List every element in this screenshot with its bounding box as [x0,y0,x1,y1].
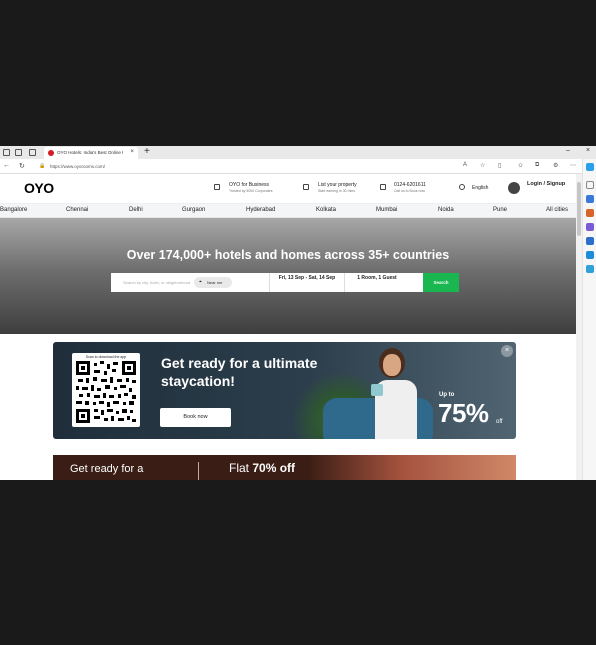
outlook-icon[interactable] [586,251,594,259]
tab-actions-icon[interactable] [29,149,36,156]
property-icon [303,184,309,190]
header-business[interactable]: OYO for Business Trusted by 5000 Corporat… [229,182,272,193]
oyo-favicon-icon [48,150,54,156]
qr-code-icon [76,361,136,423]
book-now-button[interactable]: Book now [160,408,231,427]
phone-icon [380,184,386,190]
search-button[interactable]: Search [423,273,459,292]
banner-close-icon[interactable]: × [501,345,513,357]
tab-title: OYO Hotels: India's Best Online Hotel... [57,150,123,155]
city-link[interactable]: Mumbai [376,207,397,213]
browser-window: OYO Hotels: India's Best Online Hotel...… [0,146,596,480]
city-bar: Bangalore Chennai Delhi Gurgaon Hyderaba… [0,204,576,218]
header-property-label: List your property [318,182,357,188]
close-window-button[interactable]: × [586,147,590,154]
city-link[interactable]: Chennai [66,207,88,213]
search-box: Search by city, hotel, or neighborhood ⌖… [111,273,459,292]
page-scrollbar[interactable] [576,174,582,480]
extensions-icon[interactable]: ⚙ [553,162,558,169]
city-link[interactable]: Gurgaon [182,207,205,213]
guest-picker[interactable]: 1 Room, 1 Guest [355,275,399,294]
header-property-sub: Start earning in 30 mins [318,189,355,193]
site-header: OYO OYO for Business Trusted by 5000 Corp… [0,174,576,204]
office-icon[interactable] [586,237,594,245]
city-link[interactable]: Delhi [129,207,143,213]
scrollbar-thumb[interactable] [577,182,581,236]
city-link[interactable]: Bangalore [0,207,27,213]
flat-discount: 70% off [252,461,296,475]
app-qr-code: Scan to download the app [72,353,140,427]
collections-icon[interactable]: ⧉ [535,162,539,169]
staycation-banner[interactable]: Scan to download the app Get ready for a… [53,342,516,439]
split-screen-icon[interactable]: ▯ [498,162,501,169]
minimize-button[interactable]: ‒ [566,147,570,154]
header-phone[interactable]: 0124-6201611 Call us to Book now [394,182,426,193]
header-business-sub: Trusted by 5000 Corporates [229,189,273,193]
off-label: off [496,419,503,425]
flat-offer-banner[interactable]: Get ready for a Flat 70% off [53,455,516,480]
favorites-icon[interactable]: ✩ [518,162,523,169]
near-me-label: Near me [207,280,223,285]
shopping-icon[interactable] [586,195,594,203]
favorite-star-icon[interactable]: ☆ [480,162,485,169]
globe-icon [459,184,465,190]
tools-icon[interactable] [586,209,594,217]
reload-button[interactable]: ↻ [19,162,25,170]
header-phone-label: 0124-6201611 [394,182,426,188]
hero-section: Over 174,000+ hotels and homes across 35… [0,218,576,334]
back-button[interactable]: ← [3,162,10,169]
language-selector[interactable]: English [472,185,488,191]
header-business-label: OYO for Business [229,182,270,188]
address-bar-row: ← ↻ 🔒 https://www.oyorooms.com/ A ☆ ▯ ✩ … [0,159,596,174]
tab-close-icon[interactable]: × [130,149,134,155]
search-icon[interactable] [586,181,594,189]
city-link[interactable]: Hyderabad [246,207,275,213]
hero-headline: Over 174,000+ hotels and homes across 35… [126,248,450,262]
header-phone-sub: Call us to Book now [394,189,425,193]
business-icon [214,184,220,190]
woman-with-cup-image [371,346,427,439]
workspaces-icon[interactable] [15,149,22,156]
near-me-button[interactable]: ⌖ Near me [194,277,232,288]
header-list-property[interactable]: List your property Start earning in 30 mi… [318,182,357,193]
avatar[interactable] [508,182,520,194]
login-signup-link[interactable]: Login / Signup [527,181,565,187]
discount-percent: 75% [438,398,489,428]
new-tab-button[interactable]: + [144,146,150,157]
city-link[interactable]: Noida [438,207,454,213]
profile-icon[interactable] [3,149,10,156]
games-icon[interactable] [586,223,594,231]
banner2-left-text: Get ready for a [70,463,144,475]
flat-label: Flat [229,461,253,475]
oyo-logo[interactable]: OYO [24,180,54,196]
location-icon: ⌖ [199,279,202,285]
copilot-icon[interactable] [586,163,594,171]
url-input[interactable]: https://www.oyorooms.com/ [38,161,458,172]
search-input[interactable]: Search by city, hotel, or neighborhood [123,280,190,285]
date-picker[interactable]: Fri, 13 Sep - Sat, 14 Sep [277,275,337,294]
divider [198,462,199,480]
edge-sidebar [582,159,596,480]
divider [344,273,345,292]
more-menu-icon[interactable]: ⋯ [570,162,576,169]
city-link[interactable]: Pune [493,207,507,213]
banner2-right-text: Flat 70% off [229,461,295,475]
read-aloud-icon[interactable]: A [463,162,467,168]
tab-oyo[interactable]: OYO Hotels: India's Best Online Hotel...… [44,147,138,159]
city-link[interactable]: Kolkata [316,207,336,213]
divider [269,273,270,292]
all-cities-link[interactable]: All cities [546,207,568,213]
qr-caption: Scan to download the app [85,355,127,359]
tab-strip: OYO Hotels: India's Best Online Hotel...… [0,146,596,159]
send-icon[interactable] [586,265,594,273]
